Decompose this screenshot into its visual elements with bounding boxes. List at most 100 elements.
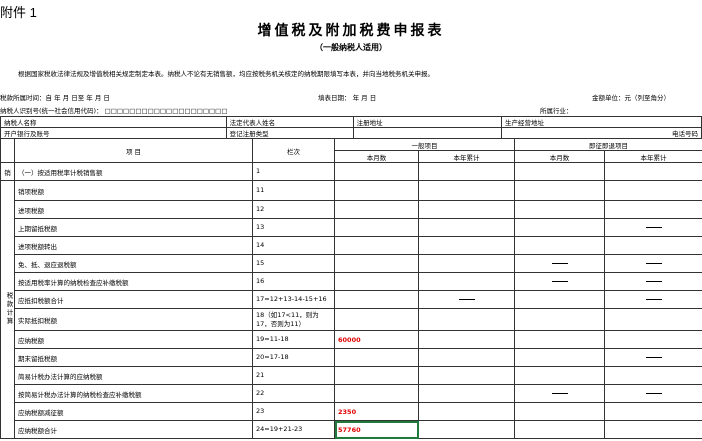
not-applicable-mark <box>551 263 568 264</box>
form-intro: 根据国家税收法律法规及增值税相关规定制定本表。纳税人不论有无销售额，均应按税务机… <box>18 70 434 78</box>
row-line: 1 <box>252 162 335 181</box>
row-line: 12 <box>252 200 335 219</box>
refund-year-cell[interactable] <box>604 384 702 403</box>
amount-unit: 金额单位：元（列至角分） <box>592 94 670 102</box>
refund-month-cell[interactable] <box>514 402 605 421</box>
row-line: 21 <box>252 366 335 385</box>
refund-year-cell[interactable] <box>604 348 702 367</box>
row-item: 进项税额转出 <box>14 236 253 255</box>
general-month-cell[interactable] <box>334 218 419 237</box>
general-month-cell-value: 60000 <box>338 335 361 344</box>
refund-month-cell[interactable] <box>514 254 605 273</box>
general-month-cell[interactable] <box>334 180 419 201</box>
refund-year-cell[interactable] <box>604 162 702 181</box>
fill-date: 填表日期： 年 月 日 <box>318 94 377 102</box>
refund-month-cell[interactable] <box>514 236 605 255</box>
general-month-cell[interactable] <box>334 272 419 291</box>
refund-month-cell[interactable] <box>514 348 605 367</box>
table-row: 期末留抵税额 20=17-18 <box>1 348 702 367</box>
not-applicable-mark <box>551 281 568 282</box>
general-year-cell[interactable] <box>418 272 515 291</box>
general-month-cell[interactable] <box>334 200 419 219</box>
row-item: 应纳税额减征额 <box>14 402 253 421</box>
refund-month-cell[interactable] <box>514 308 605 331</box>
refund-month-cell[interactable] <box>514 272 605 291</box>
general-month-cell[interactable]: 2350 <box>334 402 419 421</box>
refund-year-cell[interactable] <box>604 272 702 291</box>
refund-year-cell[interactable] <box>604 218 702 237</box>
form-title: 增值税及附加税费申报表 <box>257 23 445 39</box>
row-item: 实际抵扣税额 <box>14 308 253 331</box>
refund-month-cell[interactable] <box>514 200 605 219</box>
not-applicable-mark <box>645 263 662 264</box>
refund-year-cell[interactable] <box>604 330 702 349</box>
general-year-cell[interactable] <box>418 180 515 201</box>
refund-month-cell[interactable] <box>514 290 605 309</box>
refund-year-cell[interactable] <box>604 420 702 439</box>
business-address-label: 生产经营地址 <box>501 116 702 128</box>
general-year-cell[interactable] <box>418 200 515 219</box>
general-month-cell[interactable] <box>334 162 419 181</box>
general-month-cell[interactable] <box>334 236 419 255</box>
taxpayer-name-label: 纳税人名称 <box>0 116 227 128</box>
reg-type-label: 登记注册类型 <box>225 127 354 139</box>
not-applicable-mark <box>645 299 662 300</box>
table-row: 应抵扣税额合计 17=12+13-14-15+16 <box>1 290 702 309</box>
general-month-cell[interactable] <box>334 384 419 403</box>
declaration-table: 项 目 栏次 一般项目 即征即退项目 本月数 本年累计 本月数 本年累计 销（一… <box>0 138 702 439</box>
row-item: 应纳税额 <box>14 330 253 349</box>
general-year-cell[interactable] <box>418 366 515 385</box>
table-row: 销（一）按适用税率计税销售额 1 <box>0 162 702 181</box>
refund-year-cell[interactable] <box>604 200 702 219</box>
table-row: 应纳税额减征额 23 2350 <box>1 402 702 421</box>
header-general-year: 本年累计 <box>418 150 515 163</box>
general-year-cell[interactable] <box>418 402 515 421</box>
general-month-cell[interactable] <box>334 308 419 331</box>
general-year-cell[interactable] <box>418 330 515 349</box>
refund-year-cell[interactable] <box>604 290 702 309</box>
refund-year-cell[interactable] <box>604 180 702 201</box>
general-year-cell[interactable] <box>418 308 515 331</box>
row-line: 19=11-18 <box>252 330 335 349</box>
general-year-cell[interactable] <box>418 420 515 439</box>
refund-month-cell[interactable] <box>514 384 605 403</box>
header-refund-month: 本月数 <box>514 150 605 163</box>
corner-cell <box>0 138 15 163</box>
refund-month-cell[interactable] <box>514 366 605 385</box>
general-month-cell[interactable] <box>334 366 419 385</box>
general-year-cell[interactable] <box>418 348 515 367</box>
row-item: 简易计税办法计算的应纳税额 <box>14 366 253 385</box>
taxpayer-id: 纳税人识别号(统一社会信用代码)： □□□□□□□□□□□□□□□□□□□□ <box>0 107 228 115</box>
general-month-cell[interactable] <box>334 348 419 367</box>
general-month-cell[interactable]: 60000 <box>334 330 419 349</box>
general-year-cell[interactable] <box>418 254 515 273</box>
general-year-cell[interactable] <box>418 162 515 181</box>
not-applicable-mark <box>645 357 662 358</box>
refund-year-cell[interactable] <box>604 402 702 421</box>
header-general: 一般项目 <box>334 138 515 151</box>
row-line: 22 <box>252 384 335 403</box>
side-label-calculation: 税款计算 <box>0 180 15 439</box>
reg-type-value[interactable] <box>352 127 503 139</box>
refund-month-cell[interactable] <box>514 218 605 237</box>
phone-label: 电话号码 <box>501 127 702 139</box>
general-month-cell[interactable] <box>334 290 419 309</box>
general-month-cell[interactable] <box>334 254 419 273</box>
general-year-cell[interactable] <box>418 290 515 309</box>
general-year-cell[interactable] <box>418 218 515 237</box>
table-row: 应纳税额 19=11-18 60000 <box>1 330 702 349</box>
refund-month-cell[interactable] <box>514 180 605 201</box>
general-year-cell[interactable] <box>418 236 515 255</box>
general-year-cell[interactable] <box>418 384 515 403</box>
general-month-cell[interactable]: 57760 <box>334 420 419 439</box>
refund-month-cell[interactable] <box>514 330 605 349</box>
refund-month-cell[interactable] <box>514 420 605 439</box>
row-item: 销项税额 <box>14 180 253 201</box>
header-general-month: 本月数 <box>334 150 419 163</box>
refund-year-cell[interactable] <box>604 254 702 273</box>
refund-year-cell[interactable] <box>604 366 702 385</box>
refund-year-cell[interactable] <box>604 236 702 255</box>
refund-month-cell[interactable] <box>514 162 605 181</box>
table-row: 进项税额转出 14 <box>1 236 702 255</box>
refund-year-cell[interactable] <box>604 308 702 331</box>
